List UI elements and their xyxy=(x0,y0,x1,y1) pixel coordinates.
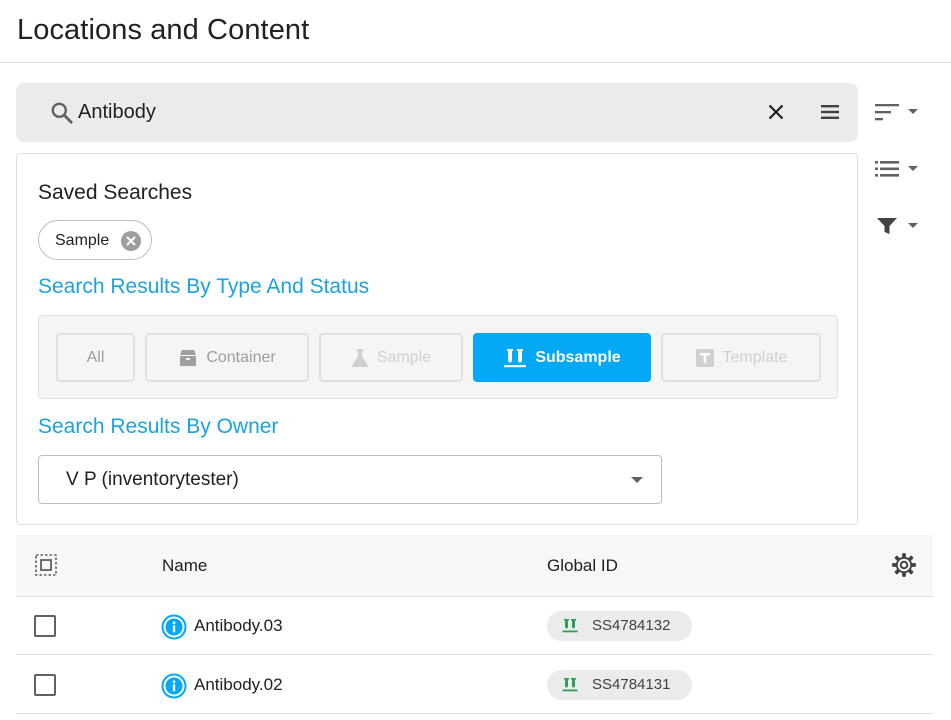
filter-button[interactable] xyxy=(870,210,926,244)
view-list-button[interactable] xyxy=(870,153,926,187)
remove-chip-icon[interactable] xyxy=(120,230,142,252)
type-subsample-button[interactable]: Subsample xyxy=(473,333,651,382)
box-icon xyxy=(180,349,197,366)
page-title: Locations and Content xyxy=(17,14,310,46)
global-id-text: SS4784132 xyxy=(592,617,671,634)
global-id-chip[interactable]: SS4784131 xyxy=(547,670,692,700)
test-tubes-icon xyxy=(562,619,578,633)
row-name[interactable]: Antibody.03 xyxy=(194,616,283,636)
chevron-down-icon xyxy=(631,477,643,483)
gear-icon[interactable] xyxy=(891,552,917,578)
type-container-label: Container xyxy=(206,348,276,366)
search-bar[interactable]: Antibody xyxy=(16,83,858,142)
info-icon[interactable] xyxy=(161,614,187,640)
menu-icon[interactable] xyxy=(818,100,842,124)
info-icon[interactable] xyxy=(161,673,187,699)
chevron-down-icon xyxy=(908,166,918,171)
row-name[interactable]: Antibody.02 xyxy=(194,675,283,695)
type-template-label: Template xyxy=(722,348,788,366)
title-divider xyxy=(0,62,951,63)
owner-title: Search Results By Owner xyxy=(38,415,279,438)
search-input[interactable]: Antibody xyxy=(78,101,156,124)
type-subsample-label: Subsample xyxy=(535,348,621,366)
row-checkbox[interactable] xyxy=(34,674,56,696)
row-checkbox[interactable] xyxy=(34,615,56,637)
column-header-name[interactable]: Name xyxy=(162,556,207,576)
type-filter-group: All Container Sample Subsample Template xyxy=(38,315,838,399)
saved-search-chip[interactable]: Sample xyxy=(38,220,152,260)
global-id-text: SS4784131 xyxy=(592,676,671,693)
table-row[interactable]: Antibody.03 SS4784132 xyxy=(16,597,933,655)
sort-button[interactable] xyxy=(870,96,926,130)
type-status-title: Search Results By Type And Status xyxy=(38,275,370,298)
table-header: Name Global ID xyxy=(16,535,933,597)
saved-search-chip-label[interactable]: Sample xyxy=(55,232,109,250)
global-id-chip[interactable]: SS4784132 xyxy=(547,611,692,641)
type-sample-button[interactable]: Sample xyxy=(319,333,463,382)
chevron-down-icon xyxy=(908,223,918,228)
type-container-button[interactable]: Container xyxy=(145,333,309,382)
test-tubes-icon xyxy=(504,348,527,367)
column-header-global-id[interactable]: Global ID xyxy=(547,556,618,576)
sort-icon xyxy=(875,104,899,121)
type-all-label: All xyxy=(86,348,105,366)
flask-icon xyxy=(351,348,368,367)
search-options-panel: Saved Searches Sample Search Results By … xyxy=(16,153,858,525)
type-sample-label: Sample xyxy=(376,348,432,366)
select-all-icon[interactable] xyxy=(34,553,58,577)
chevron-down-icon xyxy=(908,109,918,114)
close-icon[interactable] xyxy=(764,100,788,124)
list-icon xyxy=(875,161,899,177)
type-template-button[interactable]: Template xyxy=(661,333,821,382)
search-icon[interactable] xyxy=(49,100,75,126)
type-all-button[interactable]: All xyxy=(56,333,135,382)
template-icon xyxy=(695,348,714,367)
test-tubes-icon xyxy=(562,678,578,692)
table-row[interactable]: Antibody.02 SS4784131 xyxy=(16,656,933,714)
filter-icon xyxy=(877,218,897,234)
owner-select-value: V P (inventorytester) xyxy=(66,469,239,490)
owner-select[interactable]: V P (inventorytester) xyxy=(38,455,662,504)
saved-searches-title: Saved Searches xyxy=(38,181,193,204)
